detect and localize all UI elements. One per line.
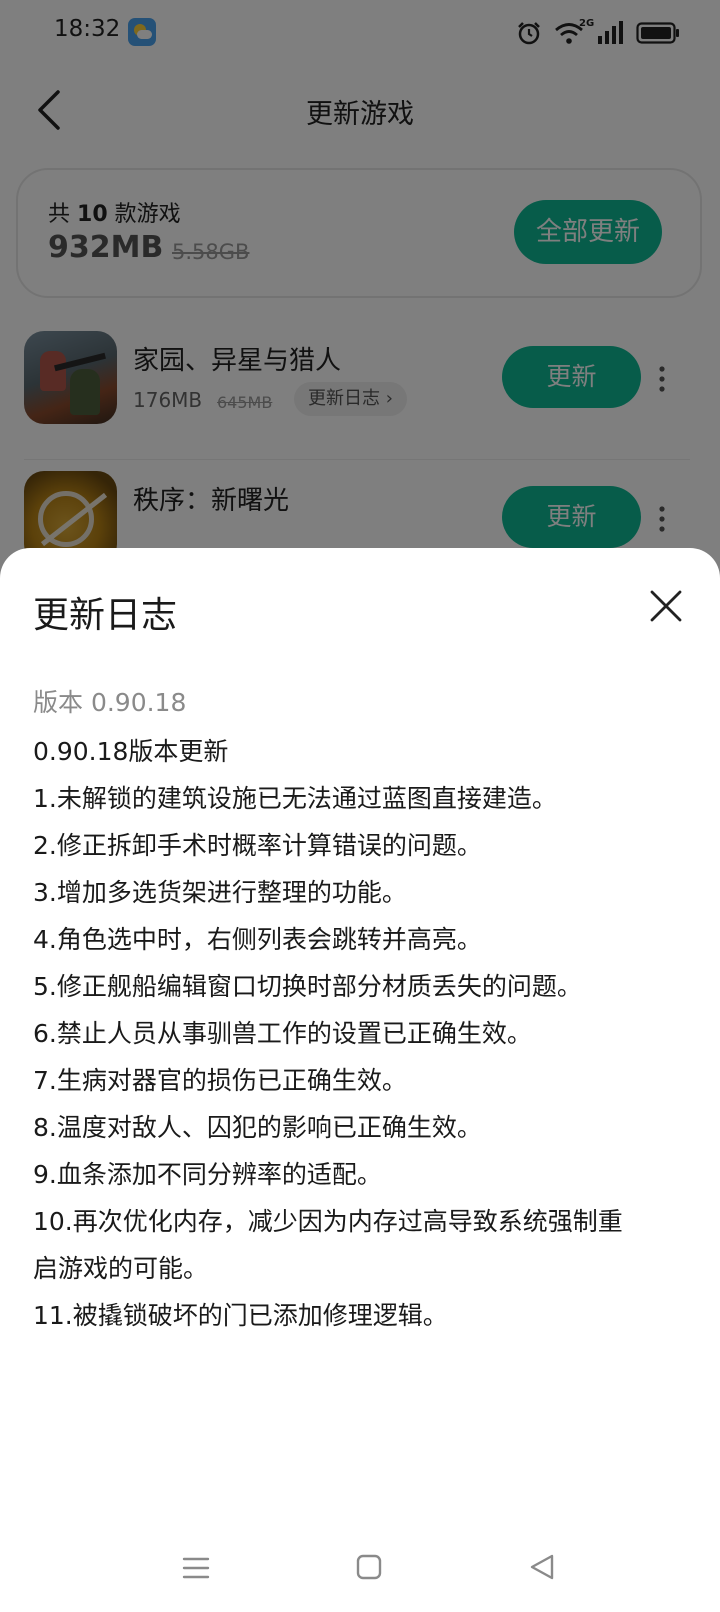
changelog-line: 启游戏的可能。 <box>33 1254 209 1283</box>
changelog-bottom-sheet: 更新日志 版本 0.90.18 0.90.18版本更新 1.未解锁的建筑设施已无… <box>0 548 720 1612</box>
changelog-line: 3.增加多选货架进行整理的功能。 <box>33 878 407 907</box>
changelog-line: 8.温度对敌人、囚犯的影响已正确生效。 <box>33 1113 482 1142</box>
changelog-line: 1.未解锁的建筑设施已无法通过蓝图直接建造。 <box>33 784 557 813</box>
home-icon[interactable] <box>355 1553 383 1581</box>
system-nav-bar <box>0 1540 720 1600</box>
close-icon[interactable] <box>648 588 684 624</box>
changelog-line: 5.修正舰船编辑窗口切换时部分材质丢失的问题。 <box>33 972 582 1001</box>
sheet-title: 更新日志 <box>33 595 178 636</box>
changelog-notes: 0.90.18版本更新 1.未解锁的建筑设施已无法通过蓝图直接建造。 2.修正拆… <box>33 728 693 1339</box>
version-label: 版本 0.90.18 <box>33 688 187 717</box>
changelog-line: 0.90.18版本更新 <box>33 737 229 766</box>
menu-icon[interactable] <box>182 1554 210 1582</box>
changelog-line: 6.禁止人员从事驯兽工作的设置已正确生效。 <box>33 1019 532 1048</box>
changelog-line: 11.被撬锁破坏的门已添加修理逻辑。 <box>33 1301 448 1330</box>
back-triangle-icon[interactable] <box>528 1552 556 1582</box>
changelog-line: 4.角色选中时，右侧列表会跳转并高亮。 <box>33 925 482 954</box>
changelog-line: 9.血条添加不同分辨率的适配。 <box>33 1160 382 1189</box>
changelog-line: 10.再次优化内存，减少因为内存过高导致系统强制重 <box>33 1207 623 1236</box>
changelog-line: 7.生病对器官的损伤已正确生效。 <box>33 1066 407 1095</box>
changelog-line: 2.修正拆卸手术时概率计算错误的问题。 <box>33 831 482 860</box>
